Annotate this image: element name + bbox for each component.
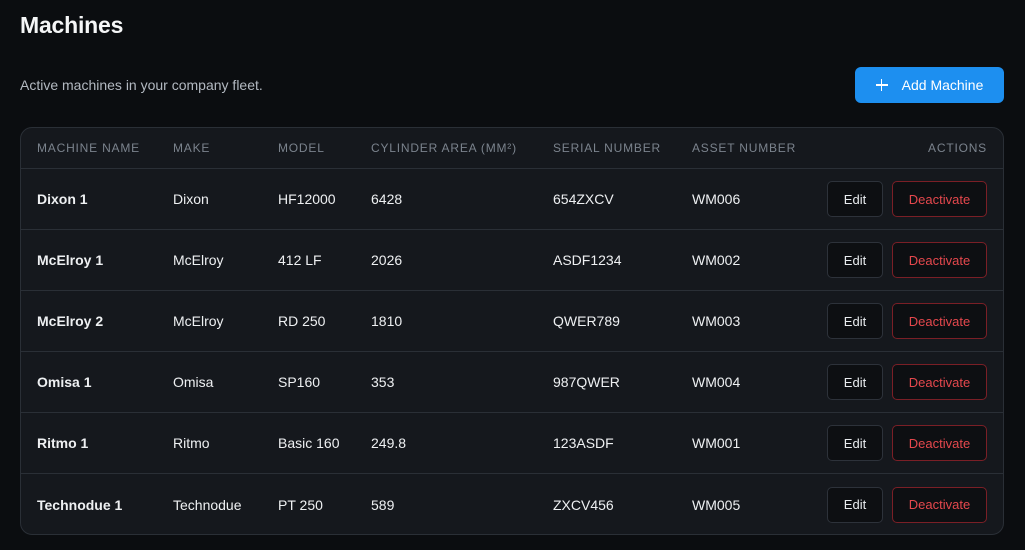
model-cell: 412 LF (278, 252, 322, 268)
row-actions: Edit Deactivate (827, 242, 987, 278)
column-header-serial-number: SERIAL NUMBER (553, 141, 661, 155)
machine-name-cell: Technodue 1 (37, 496, 123, 513)
deactivate-button[interactable]: Deactivate (892, 425, 987, 461)
column-header-asset-number: ASSET NUMBER (692, 141, 797, 155)
row-actions: Edit Deactivate (827, 181, 987, 217)
cylinder-area-cell: 6428 (371, 191, 403, 207)
table-row: Omisa 1 Omisa SP160 353 987QWER WM004 Ed… (21, 352, 1003, 413)
row-actions: Edit Deactivate (827, 486, 987, 523)
asset-number-cell: WM006 (692, 191, 741, 207)
make-cell: McElroy (173, 252, 224, 268)
edit-button[interactable]: Edit (827, 425, 883, 461)
cylinder-area-cell: 1810 (371, 313, 403, 329)
machine-name-cell: Ritmo 1 (37, 435, 89, 451)
asset-number-cell: WM003 (692, 313, 741, 329)
edit-button[interactable]: Edit (827, 303, 883, 339)
edit-button[interactable]: Edit (827, 181, 883, 217)
cylinder-area-cell: 249.8 (371, 435, 407, 451)
make-cell: Ritmo (173, 435, 210, 451)
serial-number-cell: QWER789 (553, 313, 620, 329)
asset-number-cell: WM004 (692, 374, 741, 390)
edit-button[interactable]: Edit (827, 364, 883, 400)
serial-number-cell: 123ASDF (553, 435, 614, 451)
machine-name-cell: Omisa 1 (37, 374, 92, 390)
table-row: Dixon 1 Dixon HF12000 6428 654ZXCV WM006… (21, 169, 1003, 230)
deactivate-button[interactable]: Deactivate (892, 364, 987, 400)
page-title: Machines (20, 12, 124, 38)
serial-number-cell: 987QWER (553, 374, 620, 390)
model-cell: SP160 (278, 374, 321, 390)
deactivate-button[interactable]: Deactivate (892, 181, 987, 217)
model-cell: Basic 160 (278, 435, 340, 451)
table-row: Technodue 1 Technodue PT 250 589 ZXCV456… (21, 474, 1003, 534)
model-cell: HF12000 (278, 191, 336, 207)
table-row: McElroy 1 McElroy 412 LF 2026 ASDF1234 W… (21, 230, 1003, 291)
machine-name-cell: McElroy 2 (37, 313, 104, 329)
make-cell: Dixon (173, 191, 209, 207)
page-subtitle: Active machines in your company fleet. (20, 77, 263, 93)
column-header-cylinder-area: CYLINDER AREA (MM²) (371, 141, 517, 155)
table-row: Ritmo 1 Ritmo Basic 160 249.8 123ASDF WM… (21, 413, 1003, 474)
edit-button[interactable]: Edit (827, 486, 883, 523)
add-machine-button[interactable]: Add Machine (855, 67, 1004, 103)
column-header-model: MODEL (278, 141, 325, 155)
table-row: McElroy 2 McElroy RD 250 1810 QWER789 WM… (21, 291, 1003, 352)
deactivate-button[interactable]: Deactivate (892, 486, 987, 523)
column-header-make: MAKE (173, 141, 211, 155)
model-cell: PT 250 (278, 496, 323, 513)
serial-number-cell: ZXCV456 (553, 496, 614, 513)
asset-number-cell: WM005 (692, 496, 741, 513)
machines-table: MACHINE NAME MAKE MODEL CYLINDER AREA (M… (20, 127, 1004, 535)
machines-page: Machines Active machines in your company… (0, 0, 1025, 550)
edit-button[interactable]: Edit (827, 242, 883, 278)
make-cell: Omisa (173, 374, 214, 390)
row-actions: Edit Deactivate (827, 364, 987, 400)
model-cell: RD 250 (278, 313, 326, 329)
machine-name-cell: Dixon 1 (37, 191, 88, 207)
asset-number-cell: WM001 (692, 435, 741, 451)
make-cell: Technodue (173, 496, 242, 513)
cylinder-area-cell: 353 (371, 374, 395, 390)
column-header-machine-name: MACHINE NAME (37, 141, 140, 155)
serial-number-cell: ASDF1234 (553, 252, 622, 268)
table-header: MACHINE NAME MAKE MODEL CYLINDER AREA (M… (21, 128, 1003, 169)
row-actions: Edit Deactivate (827, 303, 987, 339)
make-cell: McElroy (173, 313, 224, 329)
column-header-actions: ACTIONS (928, 141, 987, 155)
plus-icon (875, 79, 888, 91)
cylinder-area-cell: 589 (371, 496, 395, 513)
deactivate-button[interactable]: Deactivate (892, 303, 987, 339)
cylinder-area-cell: 2026 (371, 252, 403, 268)
add-machine-label: Add Machine (901, 77, 984, 93)
serial-number-cell: 654ZXCV (553, 191, 614, 207)
deactivate-button[interactable]: Deactivate (892, 242, 987, 278)
row-actions: Edit Deactivate (827, 425, 987, 461)
machine-name-cell: McElroy 1 (37, 252, 104, 268)
asset-number-cell: WM002 (692, 252, 741, 268)
